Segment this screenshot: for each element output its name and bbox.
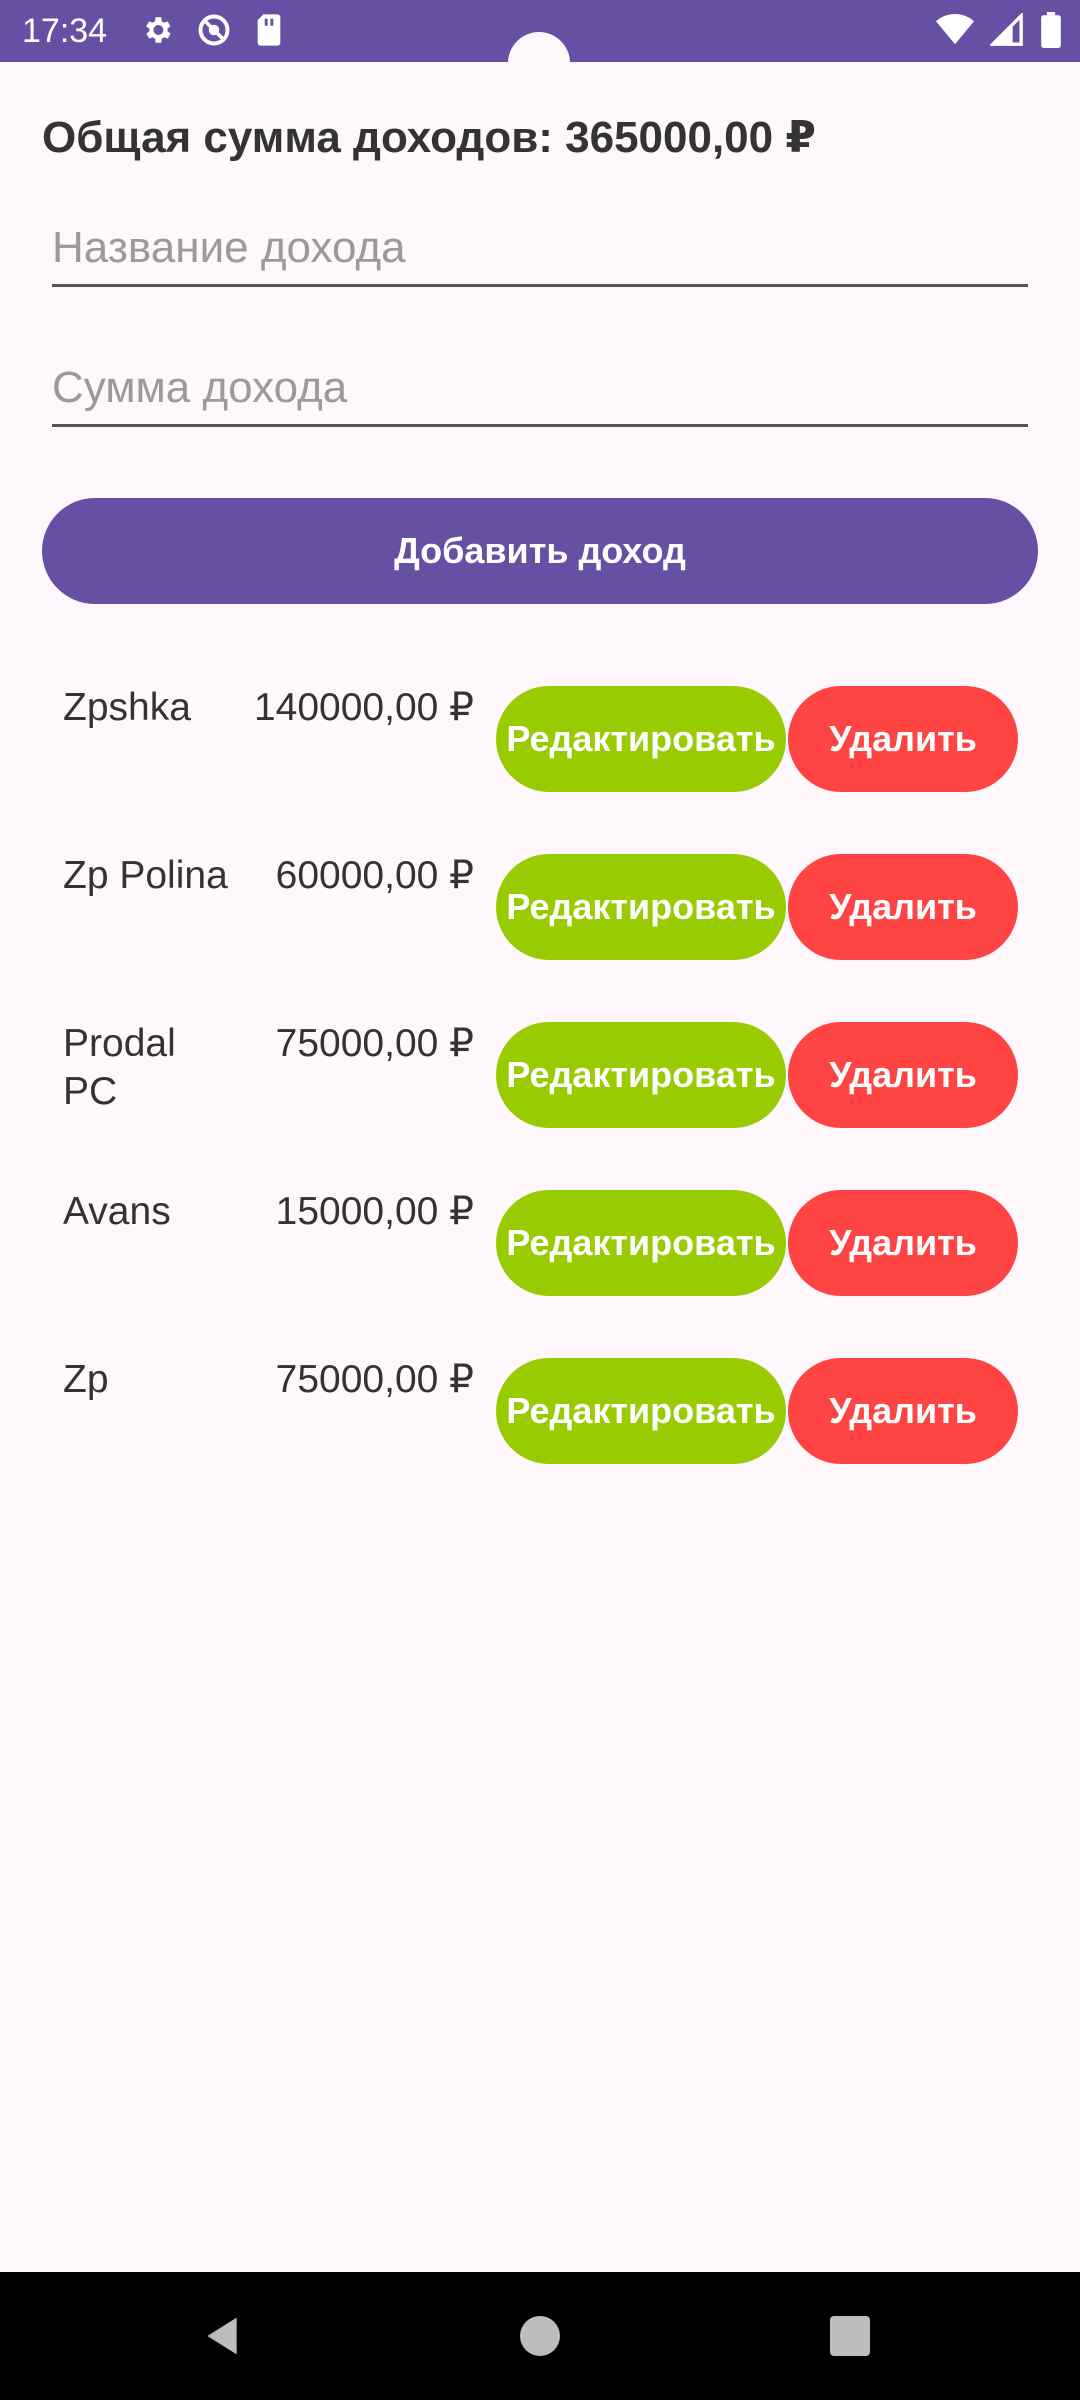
delete-button[interactable]: Удалить — [788, 686, 1018, 792]
income-name: Zp — [63, 1358, 109, 1401]
list-item: Zpshka 140000,00 ₽ Редактировать Удалить — [0, 680, 1080, 848]
navigation-bar — [0, 2272, 1080, 2400]
signal-icon — [990, 13, 1023, 46]
income-sum-field[interactable] — [52, 352, 1028, 427]
add-income-button[interactable]: Добавить доход — [42, 498, 1038, 604]
status-time: 17:34 — [22, 12, 108, 50]
sd-card-icon — [257, 14, 281, 46]
status-left-icons — [140, 12, 284, 48]
home-icon[interactable] — [520, 2316, 560, 2356]
list-item: Zp Polina 60000,00 ₽ Редактировать Удали… — [0, 848, 1080, 1016]
edit-button[interactable]: Редактировать — [496, 1190, 786, 1296]
income-name-input[interactable] — [52, 212, 1028, 284]
income-amount: 60000,00 ₽ — [275, 854, 474, 897]
edit-button[interactable]: Редактировать — [496, 854, 786, 960]
income-amount: 75000,00 ₽ — [275, 1022, 474, 1065]
income-list: Zpshka 140000,00 ₽ Редактировать Удалить… — [0, 680, 1080, 1520]
edit-button[interactable]: Редактировать — [496, 1022, 786, 1128]
recents-icon[interactable] — [830, 2316, 870, 2356]
income-name: Avans — [63, 1190, 171, 1233]
edit-button[interactable]: Редактировать — [496, 686, 786, 792]
income-amount: 140000,00 ₽ — [253, 686, 474, 729]
battery-icon — [1041, 12, 1061, 48]
income-name: Zpshka — [63, 686, 191, 729]
delete-button[interactable]: Удалить — [788, 1190, 1018, 1296]
income-name: Prodal PC — [63, 1022, 176, 1113]
wifi-icon — [936, 14, 974, 45]
total-income-label: Общая сумма доходов: 365000,00 ₽ — [42, 113, 816, 162]
camera-cutout — [508, 32, 570, 94]
status-right-icons — [936, 12, 1062, 48]
income-sum-input[interactable] — [52, 352, 1028, 424]
gear-icon — [146, 17, 171, 43]
list-item: Zp 75000,00 ₽ Редактировать Удалить — [0, 1352, 1080, 1520]
list-item: Avans 15000,00 ₽ Редактировать Удалить — [0, 1184, 1080, 1352]
income-amount: 15000,00 ₽ — [275, 1190, 474, 1233]
list-item: Prodal PC 75000,00 ₽ Редактировать Удали… — [0, 1016, 1080, 1184]
income-name: Zp Polina — [63, 854, 228, 897]
no-disturb-icon — [198, 14, 230, 46]
income-name-field[interactable] — [52, 212, 1028, 287]
delete-button[interactable]: Удалить — [788, 854, 1018, 960]
edit-button[interactable]: Редактировать — [496, 1358, 786, 1464]
delete-button[interactable]: Удалить — [788, 1022, 1018, 1128]
back-icon[interactable] — [200, 2314, 244, 2358]
delete-button[interactable]: Удалить — [788, 1358, 1018, 1464]
income-amount: 75000,00 ₽ — [275, 1358, 474, 1401]
